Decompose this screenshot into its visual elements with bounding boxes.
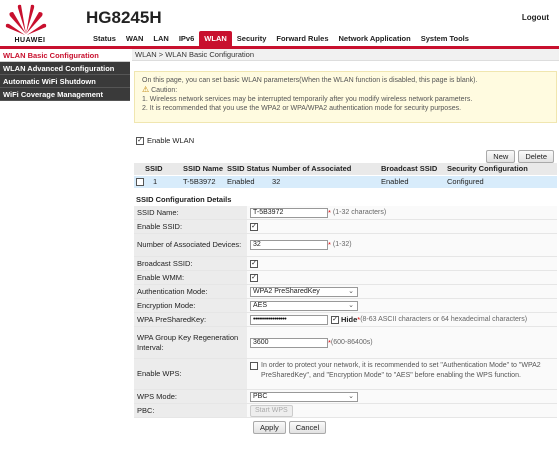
enable-wlan: ✓ Enable WLAN (136, 136, 194, 145)
sidebar-item-wifi-shutdown[interactable]: Automatic WiFi Shutdown (0, 75, 130, 88)
logout-link[interactable]: Logout (522, 13, 549, 22)
group-key-label: WPA Group Key Regeneration Interval: (134, 327, 247, 358)
cell-broadcast-ssid: Enabled (381, 177, 409, 186)
cell-associated-devices: 32 (272, 177, 281, 186)
hide-psk-checkbox[interactable]: ✓ (331, 315, 339, 324)
enable-wlan-label: Enable WLAN (147, 136, 195, 145)
main-nav: Status WAN LAN IPv6 WLAN Security Forwar… (88, 31, 474, 46)
col-ssid-status: SSID Status (227, 164, 270, 173)
wps-mode-select[interactable]: PBC ⌄ (250, 391, 358, 402)
hide-psk-label: Hide (341, 314, 358, 324)
logo-text: HUAWEI (14, 37, 46, 44)
nav-status[interactable]: Status (88, 31, 121, 46)
nav-forward-rules[interactable]: Forward Rules (271, 31, 333, 46)
cell-ssid-index: 1 (153, 177, 158, 186)
notice-line1: 1. Wireless network services may be inte… (142, 96, 473, 103)
notice-caution: Caution: (151, 87, 178, 94)
header: HUAWEI HG8245H Logout Status WAN LAN IPv… (0, 0, 559, 46)
ssid-name-input[interactable]: T-5B3972 (250, 207, 328, 218)
new-button[interactable]: New (486, 150, 516, 163)
table-row[interactable]: 1 T-5B3972 Enabled 32 Enabled Configured (134, 176, 557, 188)
cell-ssid-status: Enabled (227, 177, 255, 186)
required-mark: * (328, 240, 331, 249)
col-security-config: Security Configuration (447, 164, 528, 173)
enable-wmm-label: Enable WMM: (134, 271, 247, 284)
enable-ssid-label: Enable SSID: (134, 220, 247, 233)
chevron-down-icon: ⌄ (348, 287, 354, 295)
row-select-checkbox[interactable] (135, 178, 144, 186)
nav-lan[interactable]: LAN (148, 31, 173, 46)
psk-hint: (8-63 ASCII characters or 64 hexadecimal… (360, 315, 528, 323)
auth-mode-value: WPA2 PreSharedKey (253, 287, 320, 295)
nav-ipv6[interactable]: IPv6 (174, 31, 199, 46)
apply-button[interactable]: Apply (253, 421, 286, 434)
cell-security-config: Configured (447, 177, 484, 186)
encryption-mode-select[interactable]: AES ⌄ (250, 300, 358, 311)
enable-wlan-checkbox[interactable]: ✓ (136, 136, 144, 145)
broadcast-ssid-label: Broadcast SSID: (134, 257, 247, 270)
enable-wps-text: In order to protect your network, it is … (261, 362, 541, 379)
nav-system-tools[interactable]: System Tools (416, 31, 474, 46)
wps-mode-value: PBC (253, 392, 268, 400)
warning-icon: ⚠ (142, 85, 150, 94)
enable-ssid-checkbox[interactable]: ✓ (250, 222, 258, 231)
sidebar-item-wifi-coverage[interactable]: WiFi Coverage Management (0, 88, 130, 101)
num-devices-label: Number of Associated Devices: (134, 234, 247, 256)
group-key-hint: (600-86400s) (330, 338, 373, 346)
encryption-mode-label: Encryption Mode: (134, 299, 247, 312)
cancel-button[interactable]: Cancel (288, 421, 327, 434)
sidebar-item-wlan-advanced[interactable]: WLAN Advanced Configuration (0, 62, 130, 75)
breadcrumb: WLAN > WLAN Basic Configuration (132, 49, 559, 61)
psk-input[interactable]: ••••••••••••••••• (250, 314, 328, 325)
chevron-down-icon: ⌄ (348, 301, 354, 309)
col-associated-devices: Number of Associated Devices (272, 164, 352, 185)
col-broadcast-ssid: Broadcast SSID (381, 164, 438, 173)
psk-label: WPA PreSharedKey: (134, 313, 247, 326)
details-title: SSID Configuration Details (134, 194, 557, 205)
huawei-logo: HUAWEI (4, 2, 48, 44)
main-content: WLAN > WLAN Basic Configuration On this … (132, 49, 559, 451)
notice-intro: On this page, you can set basic WLAN par… (142, 77, 478, 84)
nav-wlan[interactable]: WLAN (199, 31, 232, 46)
nav-wan[interactable]: WAN (121, 31, 149, 46)
auth-mode-label: Authentication Mode: (134, 285, 247, 298)
num-devices-input[interactable]: 32 (250, 240, 328, 250)
auth-mode-select[interactable]: WPA2 PreSharedKey ⌄ (250, 286, 358, 297)
sidebar-item-wlan-basic[interactable]: WLAN Basic Configuration (0, 49, 130, 62)
sidebar: WLAN Basic Configuration WLAN Advanced C… (0, 49, 130, 451)
form-actions: Apply Cancel (134, 418, 557, 434)
ssid-config-form: SSID Name: T-5B3972 * (1-32 characters) … (134, 206, 557, 434)
notice-box: On this page, you can set basic WLAN par… (134, 71, 557, 123)
num-devices-hint: (1-32) (332, 241, 352, 248)
device-model: HG8245H (86, 8, 162, 27)
col-ssid-name: SSID Name (183, 164, 224, 173)
enable-wps-label: Enable WPS: (134, 359, 247, 389)
enable-wps-checkbox[interactable] (250, 362, 258, 370)
start-wps-button[interactable]: Start WPS (250, 404, 293, 417)
notice-line2: 2. It is recommended that you use the WP… (142, 105, 462, 112)
delete-button[interactable]: Delete (518, 150, 554, 163)
ssid-table-header: SSID Index SSID Name SSID Status Number … (134, 163, 557, 185)
ssid-name-hint: (1-32 characters) (332, 208, 387, 216)
nav-security[interactable]: Security (232, 31, 272, 46)
required-mark: * (328, 207, 331, 217)
pbc-label: PBC: (134, 404, 247, 417)
ssid-toolbar: New Delete (486, 150, 554, 163)
ssid-name-label: SSID Name: (134, 206, 247, 219)
group-key-input[interactable]: 3600 (250, 337, 328, 348)
cell-ssid-name: T-5B3972 (183, 177, 216, 186)
enable-wmm-checkbox[interactable]: ✓ (250, 273, 258, 282)
encryption-mode-value: AES (253, 301, 268, 309)
col-ssid-index: SSID Index (145, 164, 165, 185)
wps-mode-label: WPS Mode: (134, 390, 247, 403)
chevron-down-icon: ⌄ (348, 392, 354, 400)
broadcast-ssid-checkbox[interactable]: ✓ (250, 259, 258, 268)
nav-network-application[interactable]: Network Application (333, 31, 415, 46)
